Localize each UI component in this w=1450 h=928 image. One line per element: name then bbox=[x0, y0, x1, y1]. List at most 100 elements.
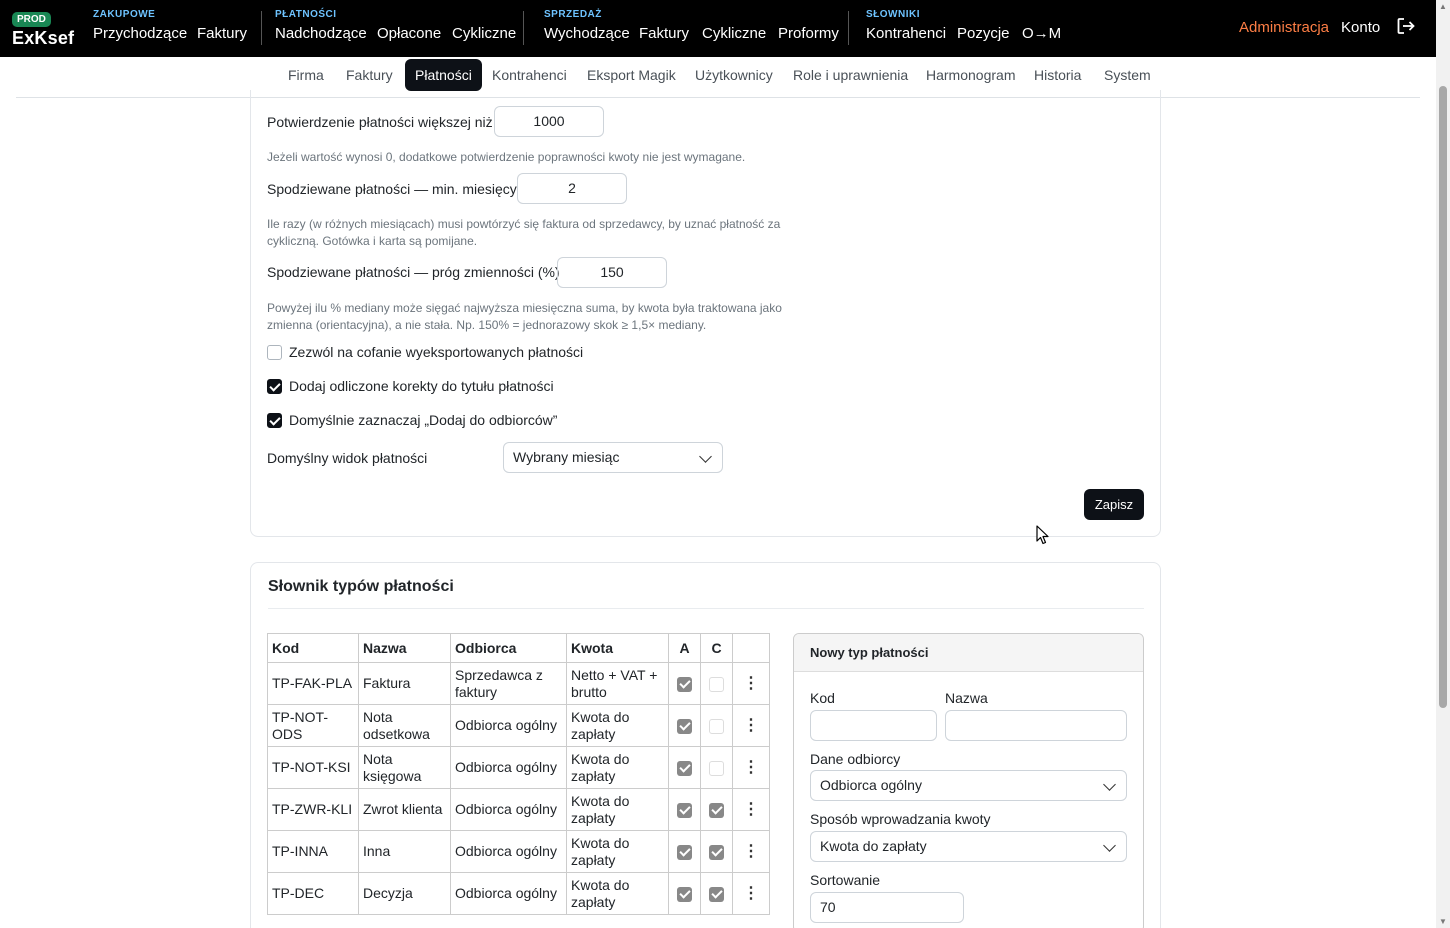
col-kwota[interactable]: Kwota bbox=[566, 633, 669, 663]
variance-input[interactable]: 150 bbox=[557, 257, 667, 288]
scroll-down-icon[interactable]: ▼ bbox=[1439, 917, 1447, 926]
nav-item-kontrahenci[interactable]: Kontrahenci bbox=[866, 25, 946, 42]
cell-c bbox=[700, 704, 733, 747]
name-label: Nazwa bbox=[945, 690, 988, 706]
kebab-icon[interactable]: ⋮ bbox=[743, 759, 759, 776]
col-nazwa[interactable]: Nazwa bbox=[358, 633, 451, 663]
nav-item-pozycje[interactable]: Pozycje bbox=[957, 25, 1010, 42]
col-a[interactable]: A bbox=[668, 633, 701, 663]
account-link[interactable]: Konto bbox=[1341, 19, 1380, 36]
cell-actions: ⋮ bbox=[732, 746, 770, 789]
nav-item-nadchodzace[interactable]: Nadchodzące bbox=[275, 25, 367, 42]
tab-system[interactable]: System bbox=[1094, 59, 1161, 91]
chevron-down-icon bbox=[1103, 778, 1116, 791]
cell-name: Inna bbox=[358, 830, 451, 873]
amount-mode-label: Sposób wprowadzania kwoty bbox=[810, 811, 991, 827]
variance-help: Powyżej ilu % mediany może sięgać najwyż… bbox=[267, 301, 782, 332]
tab-faktury[interactable]: Faktury bbox=[336, 59, 403, 91]
tab-firma[interactable]: Firma bbox=[278, 59, 334, 91]
nav-item-faktury-sprzedaz[interactable]: Faktury bbox=[639, 25, 689, 42]
flag-c-checkbox bbox=[709, 718, 724, 734]
default-view-select[interactable]: Wybrany miesiąc bbox=[503, 442, 723, 473]
flag-a-checkbox bbox=[677, 760, 692, 776]
scrollbar-thumb[interactable] bbox=[1439, 86, 1447, 708]
confirm-threshold-help: Jeżeli wartość wynosi 0, dodatkowe potwi… bbox=[267, 150, 746, 164]
default-view-label: Domyślny widok płatności bbox=[267, 450, 428, 466]
table-row[interactable]: TP-INNA Inna Odbiorca ogólny Kwota do zapła… bbox=[267, 830, 770, 873]
nav-item-oplacone[interactable]: Opłacone bbox=[377, 25, 441, 42]
nav-group-sprzedaz: SPRZEDAŻ Wychodzące Faktury Cykliczne Pr… bbox=[544, 0, 844, 57]
cell-c bbox=[700, 830, 733, 873]
min-months-label: Spodziewane płatności — min. miesięcy bbox=[267, 181, 517, 197]
allow-revert-checkbox[interactable] bbox=[267, 345, 282, 360]
code-input[interactable] bbox=[810, 710, 937, 741]
page-scrollbar[interactable]: ▲ ▼ bbox=[1436, 0, 1450, 928]
cell-code: TP-NOT-ODS bbox=[267, 704, 359, 747]
cell-a bbox=[668, 704, 701, 747]
table-row[interactable]: TP-DEC Decyzja Odbiorca ogólny Kwota do zap… bbox=[267, 872, 770, 915]
tab-uzytkownicy[interactable]: Użytkownicy bbox=[685, 59, 783, 91]
tab-role-i-uprawnienia[interactable]: Role i uprawnienia bbox=[783, 59, 918, 91]
chevron-down-icon bbox=[699, 450, 712, 463]
cell-actions: ⋮ bbox=[732, 788, 770, 831]
nav-group-label: SŁOWNIKI bbox=[866, 9, 920, 20]
nav-group-slowniki: SŁOWNIKI Kontrahenci Pozycje O→M bbox=[866, 0, 1066, 57]
default-recipients-checkbox[interactable] bbox=[267, 413, 282, 428]
sort-input[interactable]: 70 bbox=[810, 892, 964, 923]
cell-recipient: Sprzedawca z faktury bbox=[450, 662, 567, 705]
add-corrections-label: Dodaj odliczone korekty do tytułu płatno… bbox=[289, 378, 554, 394]
col-kod[interactable]: Kod bbox=[267, 633, 359, 663]
brand[interactable]: PROD ExKsef bbox=[12, 9, 74, 49]
flag-c-checkbox bbox=[709, 760, 724, 776]
min-months-input[interactable]: 2 bbox=[517, 173, 627, 204]
kebab-icon[interactable]: ⋮ bbox=[743, 675, 759, 692]
table-row[interactable]: TP-NOT-KSI Nota księgowa Odbiorca ogólny Kw… bbox=[267, 746, 770, 789]
nav-item-faktury-zakupowe[interactable]: Faktury bbox=[197, 25, 247, 42]
name-input[interactable] bbox=[945, 710, 1127, 741]
admin-link[interactable]: Administracja bbox=[1239, 19, 1329, 36]
kebab-icon[interactable]: ⋮ bbox=[743, 885, 759, 902]
cell-amount: Kwota do zapłaty bbox=[566, 872, 669, 915]
tab-platnosci[interactable]: Płatności bbox=[405, 59, 482, 91]
save-button[interactable]: Zapisz bbox=[1084, 489, 1144, 520]
flag-c-checkbox bbox=[709, 802, 724, 818]
nav-group-label: ZAKUPOWE bbox=[93, 9, 156, 20]
table-row[interactable]: TP-NOT-ODS Nota odsetkowa Odbiorca ogólny K… bbox=[267, 704, 770, 747]
tab-kontrahenci[interactable]: Kontrahenci bbox=[482, 59, 577, 91]
tab-eksport-magik[interactable]: Eksport Magik bbox=[577, 59, 686, 91]
default-view-value: Wybrany miesiąc bbox=[513, 449, 620, 465]
cell-code: TP-ZWR-KLI bbox=[267, 788, 359, 831]
recipient-value: Odbiorca ogólny bbox=[820, 777, 922, 793]
cell-name: Zwrot klienta bbox=[358, 788, 451, 831]
cell-recipient: Odbiorca ogólny bbox=[450, 830, 567, 873]
table-row[interactable]: TP-FAK-PLA Faktura Sprzedawca z faktury Net… bbox=[267, 662, 770, 705]
tab-harmonogram[interactable]: Harmonogram bbox=[916, 59, 1025, 91]
tab-historia[interactable]: Historia bbox=[1024, 59, 1091, 91]
cell-name: Decyzja bbox=[358, 872, 451, 915]
cell-a bbox=[668, 746, 701, 789]
kebab-icon[interactable]: ⋮ bbox=[743, 801, 759, 818]
flag-c-checkbox bbox=[709, 844, 724, 860]
add-corrections-checkbox[interactable] bbox=[267, 379, 282, 394]
cell-c bbox=[700, 788, 733, 831]
scroll-up-icon[interactable]: ▲ bbox=[1439, 2, 1447, 11]
kebab-icon[interactable]: ⋮ bbox=[743, 717, 759, 734]
kebab-icon[interactable]: ⋮ bbox=[743, 843, 759, 860]
nav-item-cykliczne-sprzedaz[interactable]: Cykliczne bbox=[702, 25, 766, 42]
table-row[interactable]: TP-ZWR-KLI Zwrot klienta Odbiorca ogólny Kw… bbox=[267, 788, 770, 831]
mouse-cursor-icon bbox=[1036, 525, 1050, 545]
col-odbiorca[interactable]: Odbiorca bbox=[450, 633, 567, 663]
nav-item-przychodzace[interactable]: Przychodzące bbox=[93, 25, 187, 42]
cell-actions: ⋮ bbox=[732, 830, 770, 873]
cell-a bbox=[668, 788, 701, 831]
nav-item-wychodzace[interactable]: Wychodzące bbox=[544, 25, 630, 42]
nav-item-cykliczne-platnosci[interactable]: Cykliczne bbox=[452, 25, 516, 42]
nav-item-o-m[interactable]: O→M bbox=[1022, 25, 1061, 42]
logout-icon[interactable] bbox=[1396, 16, 1416, 36]
recipient-select[interactable]: Odbiorca ogólny bbox=[810, 770, 1127, 801]
amount-mode-select[interactable]: Kwota do zapłaty bbox=[810, 831, 1127, 862]
nav-item-proformy[interactable]: Proformy bbox=[778, 25, 839, 42]
confirm-threshold-input[interactable]: 1000 bbox=[494, 106, 604, 137]
nav-divider bbox=[261, 11, 262, 45]
col-c[interactable]: C bbox=[700, 633, 733, 663]
